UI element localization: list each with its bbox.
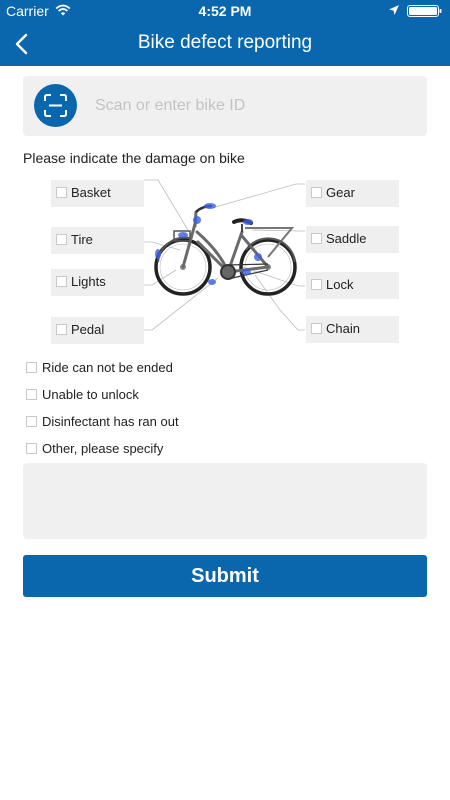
status-time: 4:52 PM (198, 3, 252, 19)
part-lock[interactable]: Lock (306, 272, 399, 299)
part-saddle[interactable]: Saddle (306, 226, 399, 253)
lock-checkbox[interactable] (311, 279, 322, 290)
part-tire[interactable]: Tire (51, 227, 144, 254)
part-lights-label: Lights (71, 274, 106, 289)
damage-prompt: Please indicate the damage on bike (23, 150, 245, 166)
disinfectant-label: Disinfectant has ran out (42, 414, 179, 429)
basket-checkbox[interactable] (56, 187, 67, 198)
part-pedal[interactable]: Pedal (51, 317, 144, 344)
tire-checkbox[interactable] (56, 234, 67, 245)
unable-to-unlock-checkbox[interactable] (26, 389, 37, 400)
chain-checkbox[interactable] (311, 323, 322, 334)
battery-icon (407, 5, 442, 17)
part-chain[interactable]: Chain (306, 316, 399, 343)
gear-checkbox[interactable] (311, 187, 322, 198)
bike-damage-diagram: Basket Tire Lights Pedal Gear Saddle Loc… (0, 170, 450, 350)
scan-button[interactable] (34, 84, 77, 127)
bike-id-input[interactable] (95, 92, 415, 120)
scan-icon (44, 94, 67, 117)
part-saddle-label: Saddle (326, 231, 367, 246)
part-gear[interactable]: Gear (306, 180, 399, 207)
app-header: Carrier 4:52 PM Bike defect reporting (0, 0, 450, 66)
ride-not-ended-label: Ride can not be ended (42, 360, 173, 375)
submit-button[interactable]: Submit (23, 555, 427, 597)
lights-checkbox[interactable] (56, 276, 67, 287)
saddle-checkbox[interactable] (311, 233, 322, 244)
page-title: Bike defect reporting (137, 32, 313, 53)
bike-id-field (23, 76, 427, 136)
part-basket[interactable]: Basket (51, 180, 144, 207)
part-tire-label: Tire (71, 232, 93, 247)
part-lock-label: Lock (326, 277, 354, 292)
status-bar: Carrier 4:52 PM (0, 0, 450, 22)
other-checkbox[interactable] (26, 443, 37, 454)
part-pedal-label: Pedal (71, 322, 105, 337)
ride-not-ended-checkbox[interactable] (26, 362, 37, 373)
other-details-textarea[interactable] (23, 463, 427, 539)
bike-illustration (154, 203, 297, 296)
part-lights[interactable]: Lights (51, 269, 144, 296)
pedal-checkbox[interactable] (56, 324, 67, 335)
location-arrow-icon (389, 5, 399, 15)
part-gear-label: Gear (326, 185, 355, 200)
part-basket-label: Basket (71, 185, 111, 200)
part-chain-label: Chain (326, 321, 360, 336)
disinfectant-checkbox[interactable] (26, 416, 37, 427)
other-label: Other, please specify (42, 441, 164, 456)
unable-to-unlock-label: Unable to unlock (42, 387, 139, 402)
